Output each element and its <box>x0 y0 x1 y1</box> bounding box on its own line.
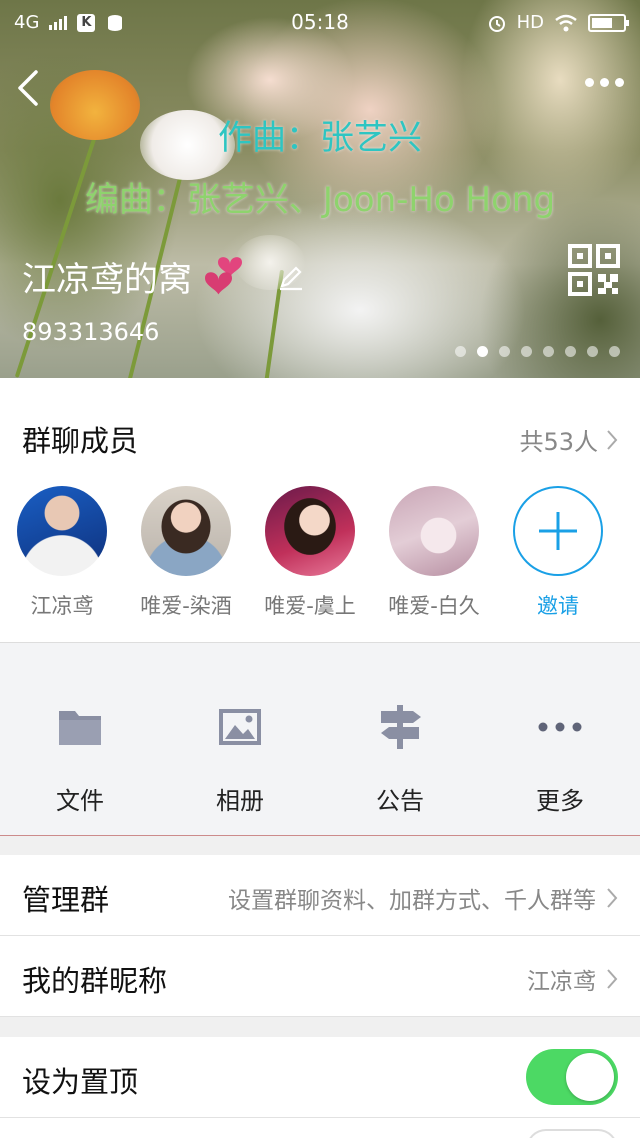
members-count: 共53人 <box>519 428 598 456</box>
carousel-dot <box>521 346 532 357</box>
group-id: 893313646 <box>22 318 160 346</box>
member-item[interactable]: 唯爱-虞上 <box>248 486 372 620</box>
signpost-icon <box>376 703 424 751</box>
album-button[interactable]: 相册 <box>160 643 320 835</box>
avatar <box>141 486 231 576</box>
manage-group-value: 设置群聊资料、加群方式、千人群等 <box>228 888 596 914</box>
back-arrow-icon[interactable] <box>12 66 48 110</box>
carousel-indicator <box>455 346 620 357</box>
more-button[interactable]: 更多 <box>480 643 640 835</box>
member-name: 唯爱-白久 <box>388 594 480 618</box>
more-icon <box>536 703 584 751</box>
pin-settings: 设为置顶 <box>0 1037 640 1138</box>
manage-group-title: 管理群 <box>22 883 110 917</box>
group-name: 江凉鸢的窝 <box>22 260 192 300</box>
invite-label: 邀请 <box>537 594 579 618</box>
folder-icon <box>56 703 104 751</box>
my-nickname-row[interactable]: 我的群昵称 江凉鸢 <box>0 936 640 1017</box>
carousel-dot <box>565 346 576 357</box>
member-item[interactable]: 唯爱-白久 <box>372 486 496 620</box>
my-nickname-value: 江凉鸢 <box>527 969 596 995</box>
status-bar: 4G K 05:18 HD <box>0 0 640 44</box>
avatar <box>17 486 107 576</box>
more-label: 更多 <box>536 787 584 815</box>
chevron-right-icon <box>607 888 618 908</box>
carousel-dot <box>587 346 598 357</box>
member-item[interactable]: 江凉鸢 <box>0 486 124 620</box>
alarm-icon <box>488 15 505 32</box>
invite-member-button[interactable]: 邀请 <box>496 486 620 620</box>
chevron-right-icon <box>607 969 618 989</box>
announcement-button[interactable]: 公告 <box>320 643 480 835</box>
member-name: 唯爱-染酒 <box>140 594 232 618</box>
member-avatar-list: 江凉鸢 唯爱-染酒 唯爱-虞上 唯爱-白久 邀请 <box>0 486 640 620</box>
carousel-dot <box>499 346 510 357</box>
qr-code-icon[interactable] <box>568 244 620 296</box>
member-name: 江凉鸢 <box>30 594 94 618</box>
members-count-link[interactable]: 共53人 <box>519 422 618 457</box>
next-toggle[interactable] <box>526 1129 618 1138</box>
add-icon <box>513 486 603 576</box>
lyric-line-arranger: 编曲：张艺兴、Joon-Ho Hong <box>84 180 556 220</box>
hearts-icon <box>205 256 242 294</box>
avatar <box>265 486 355 576</box>
pin-to-top-toggle[interactable] <box>526 1049 618 1105</box>
lyric-line-composer: 作曲：张艺兴 <box>218 118 422 158</box>
more-menu-icon[interactable] <box>585 78 624 87</box>
announcement-label: 公告 <box>376 787 424 815</box>
album-label: 相册 <box>216 787 264 815</box>
carousel-dot <box>609 346 620 357</box>
battery-icon <box>588 13 629 32</box>
pin-to-top-row: 设为置顶 <box>0 1037 640 1118</box>
manage-group-row[interactable]: 管理群 设置群聊资料、加群方式、千人群等 <box>0 855 640 936</box>
hd-label: HD <box>516 12 544 33</box>
group-cover-header: 4G K 05:18 HD 作曲：张艺兴 编曲：张艺兴、Joon-Ho Hong… <box>0 0 640 378</box>
carousel-dot <box>477 346 488 357</box>
member-item[interactable]: 唯爱-染酒 <box>124 486 248 620</box>
members-title: 群聊成员 <box>22 424 139 458</box>
edit-pencil-icon[interactable] <box>276 262 306 292</box>
wifi-icon <box>555 14 577 31</box>
chevron-right-icon <box>607 429 618 450</box>
files-button[interactable]: 文件 <box>0 643 160 835</box>
files-label: 文件 <box>56 787 104 815</box>
group-name-row[interactable]: 江凉鸢的窝 <box>22 252 306 301</box>
group-actions-grid: 文件 相册 公告 更多 <box>0 643 640 836</box>
member-name: 唯爱-虞上 <box>264 594 356 618</box>
image-icon <box>216 703 264 751</box>
avatar <box>389 486 479 576</box>
pin-to-top-title: 设为置顶 <box>22 1065 139 1099</box>
settings-list: 管理群 设置群聊资料、加群方式、千人群等 我的群昵称 江凉鸢 <box>0 855 640 1017</box>
my-nickname-title: 我的群昵称 <box>22 964 168 998</box>
carousel-dot <box>543 346 554 357</box>
carousel-dot <box>455 346 466 357</box>
members-section: 群聊成员 共53人 江凉鸢 唯爱-染酒 唯爱-虞上 唯爱-白久 邀请 <box>0 378 640 643</box>
